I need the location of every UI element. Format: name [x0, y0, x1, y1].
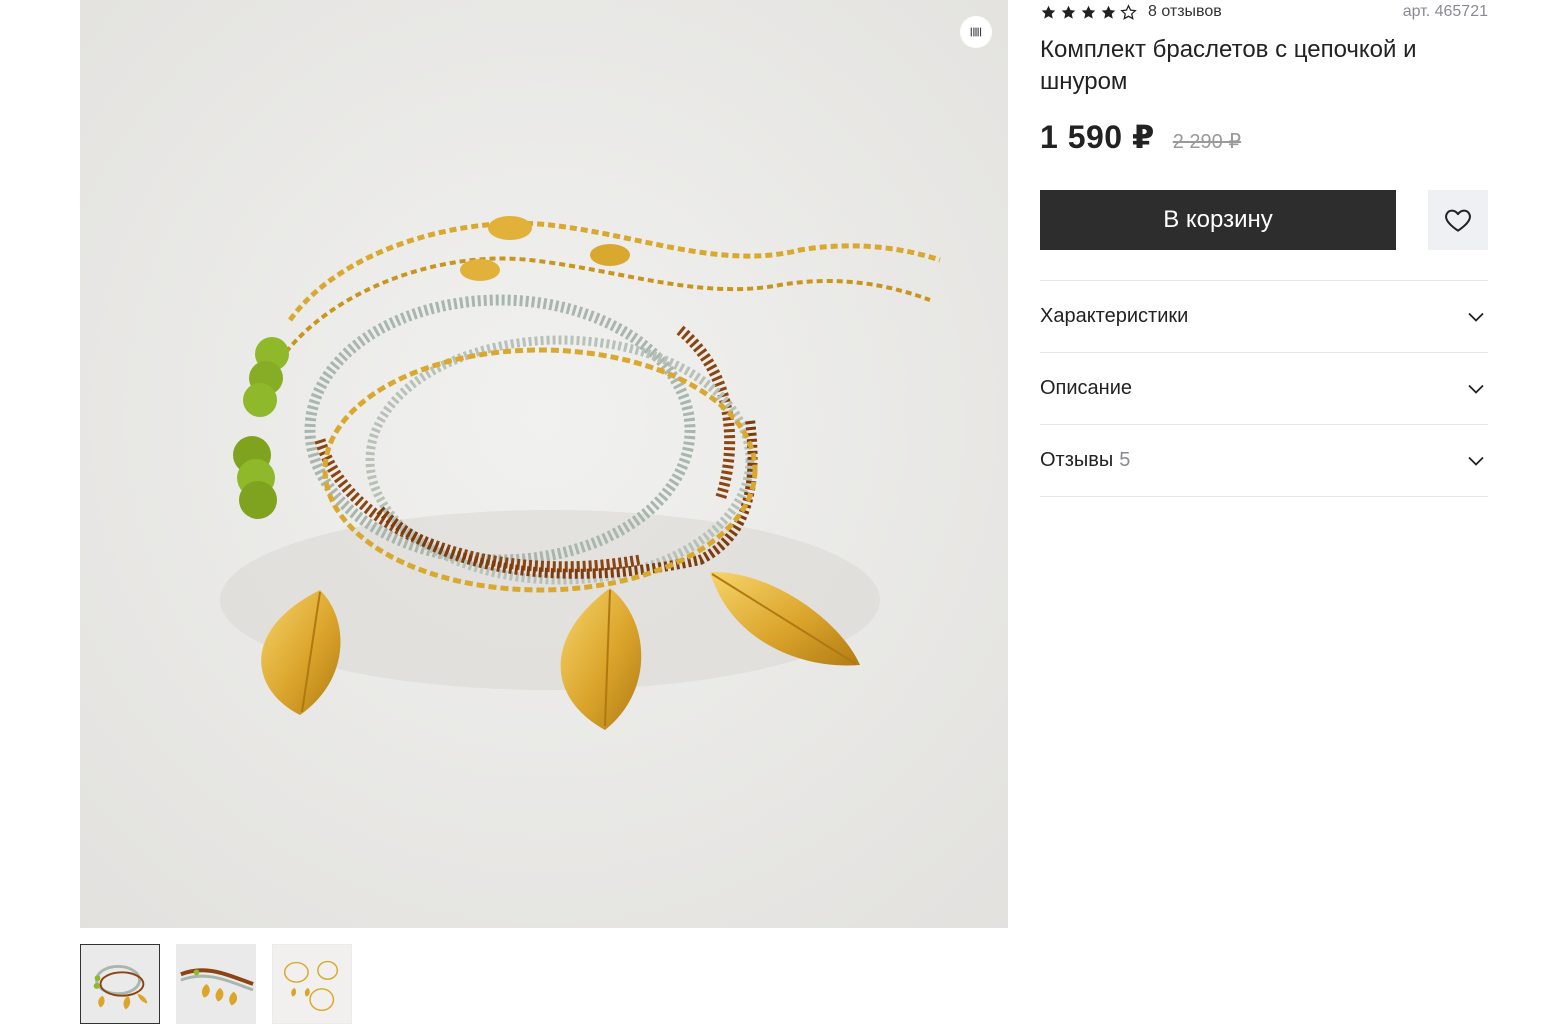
- accordion-description[interactable]: Описание: [1040, 353, 1488, 425]
- thumbnail-3[interactable]: [272, 944, 352, 1024]
- barcode-button[interactable]: [960, 16, 992, 48]
- star-filled-icon: [1081, 5, 1096, 19]
- thumbnail-image: [273, 945, 351, 1023]
- rating-stars[interactable]: 8 отзывов: [1040, 3, 1222, 21]
- favorite-button[interactable]: [1428, 190, 1488, 250]
- product-accordion: Характеристики Описание Отзывы 5: [1040, 280, 1488, 497]
- thumbnail-2[interactable]: [176, 944, 256, 1024]
- thumbnail-1[interactable]: [80, 944, 160, 1024]
- barcode-icon: [970, 27, 982, 37]
- purchase-actions: В корзину: [1040, 190, 1488, 250]
- chevron-down-icon: [1468, 312, 1484, 322]
- product-image-main[interactable]: [80, 0, 1008, 928]
- reviews-count-link[interactable]: 8 отзывов: [1148, 3, 1222, 21]
- thumbnail-strip: [80, 944, 352, 1024]
- current-price: 1 590 ₽: [1040, 119, 1155, 155]
- thumbnail-image: [177, 945, 255, 1023]
- accordion-label: Описание: [1040, 377, 1133, 399]
- old-price: 2 290 ₽: [1172, 131, 1242, 153]
- product-info: 8 отзывов арт. 465721 Комплект браслетов…: [1040, 0, 1488, 497]
- star-filled-icon: [1101, 5, 1116, 19]
- accordion-label: Характеристики: [1040, 305, 1189, 327]
- price-row: 1 590 ₽ 2 290 ₽: [1040, 118, 1488, 156]
- accordion-characteristics[interactable]: Характеристики: [1040, 281, 1488, 353]
- star-filled-icon: [1041, 5, 1056, 19]
- accordion-reviews-label: Отзывы: [1040, 449, 1114, 471]
- chevron-down-icon: [1468, 456, 1484, 466]
- sku-label: арт. 465721: [1402, 3, 1488, 20]
- accordion-reviews[interactable]: Отзывы 5: [1040, 425, 1488, 497]
- add-to-cart-button[interactable]: В корзину: [1040, 190, 1396, 250]
- thumbnail-image: [81, 945, 159, 1023]
- heart-icon: [1445, 209, 1471, 232]
- chevron-down-icon: [1468, 384, 1484, 394]
- bracelet-photo: [80, 0, 1008, 928]
- product-title: Комплект браслетов с цепочкой и шнуром: [1040, 36, 1417, 95]
- reviews-count-badge: 5: [1119, 449, 1131, 471]
- accordion-label: Отзывы 5: [1040, 449, 1130, 472]
- rating-row: 8 отзывов арт. 465721: [1040, 0, 1488, 24]
- star-empty-icon: [1120, 3, 1137, 20]
- star-filled-icon: [1061, 5, 1076, 19]
